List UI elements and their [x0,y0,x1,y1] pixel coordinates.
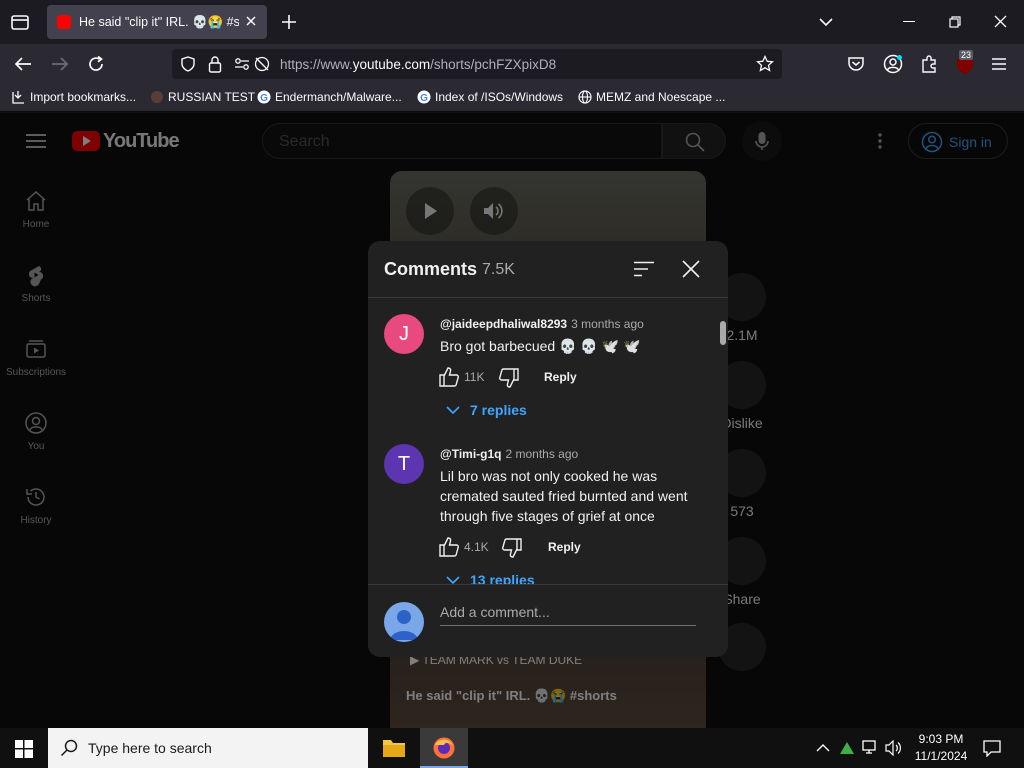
navigation-toolbar: https://www.youtube.com/shorts/pchFZXpix… [0,44,1024,84]
google-g-icon: G [417,90,431,104]
account-icon[interactable] [883,54,903,74]
minimize-button[interactable] [903,21,915,22]
comment-text: Bro got barbecued 💀 💀 🕊️ 🕊️ [440,338,641,354]
comment-author[interactable]: @jaideepdhaliwal8293 3 months ago [440,317,644,331]
bookmark-russian-test[interactable]: RUSSIAN TEST [150,90,255,104]
input-underline [440,625,696,626]
reload-icon[interactable] [87,55,105,73]
bookmark-import[interactable]: Import bookmarks... [12,90,136,104]
avatar[interactable]: T [384,444,424,484]
close-icon[interactable] [682,260,700,278]
close-window-button[interactable] [994,15,1007,28]
view-replies-button[interactable]: 7 replies [470,402,527,418]
menu-hamburger-icon[interactable] [991,57,1007,71]
new-tab-icon[interactable] [281,14,297,30]
comment-text: Lil bro was not only cooked he was crema… [440,468,688,524]
extensions-icon[interactable] [920,54,938,74]
bookmark-memz[interactable]: MEMZ and Noescape ... [578,90,725,104]
tab-bar: He said "clip it" IRL. 💀😭 #shorts [0,0,1024,44]
svg-text:G: G [420,93,428,104]
volume-icon[interactable] [885,740,903,756]
list-tabs-chevron-icon[interactable] [818,15,834,29]
firefox-taskbar-button[interactable] [420,728,468,768]
clock-time: 9:03 PM [918,732,964,746]
google-g-icon: G [257,90,271,104]
add-comment-input[interactable]: Add a comment... [440,604,550,620]
avatar[interactable]: J [384,314,424,354]
like-count: 11K [464,370,485,384]
address-bar[interactable]: https://www.youtube.com/shorts/pchFZXpix… [172,49,782,79]
pocket-icon[interactable] [847,55,865,73]
autoplay-blocked-icon[interactable] [254,56,270,72]
ublock-icon[interactable]: 23 [955,50,977,75]
globe-icon [578,90,592,104]
windows-taskbar: Type here to search 9:03 PM 11/1/2024 [0,728,1024,768]
bookmark-star-icon[interactable] [756,55,774,73]
add-comment-bar: Add a comment... [368,584,728,657]
user-avatar-icon [384,602,424,642]
back-arrow-icon[interactable] [14,56,32,72]
search-icon [60,739,78,757]
thumbs-down-icon[interactable] [501,537,523,559]
chevron-up-icon[interactable] [816,743,830,753]
reply-button[interactable]: Reply [548,540,581,554]
restore-button[interactable] [949,16,961,28]
notification-icon[interactable] [983,739,1001,757]
lock-icon[interactable] [208,55,222,73]
forward-arrow-icon[interactable] [51,56,69,72]
like-count: 4.1K [464,540,489,554]
bookmarks-toolbar: Import bookmarks... RUSSIAN TEST G Enderm… [0,84,1024,112]
thumbs-up-icon[interactable] [438,366,460,388]
file-explorer-icon[interactable] [380,736,408,760]
active-tab[interactable]: He said "clip it" IRL. 💀😭 #shorts [47,5,267,39]
svg-text:G: G [260,93,268,104]
close-tab-icon[interactable] [243,13,259,29]
firefox-icon [433,737,455,759]
site-favicon-icon [150,90,164,104]
app-tray-icon[interactable] [838,739,856,757]
scrollbar-thumb[interactable] [720,321,726,345]
bookmark-endermanch[interactable]: G Endermanch/Malware... [257,90,402,104]
shield-icon[interactable] [180,56,196,72]
comments-panel: Comments 7.5K J @jaideepdhaliwal8293 3 mo… [368,241,728,657]
windows-start-icon[interactable] [15,740,33,758]
comment-time: 3 months ago [571,317,644,331]
firefox-view-icon[interactable] [10,12,30,32]
comments-count: 7.5K [482,261,515,278]
thumbs-up-icon[interactable] [438,536,460,558]
url-text[interactable]: https://www.youtube.com/shorts/pchFZXpix… [280,57,556,72]
comment-time: 2 months ago [505,447,579,461]
comments-header: Comments 7.5K [368,241,728,298]
taskbar-search-placeholder: Type here to search [88,740,212,756]
sort-icon[interactable] [634,261,654,277]
youtube-favicon-icon [57,15,71,29]
comments-title: Comments [384,259,478,279]
network-icon[interactable] [862,740,880,756]
thumbs-down-icon[interactable] [498,367,520,389]
import-icon [12,90,26,104]
reply-button[interactable]: Reply [544,370,577,384]
bookmark-index-isos[interactable]: G Index of /ISOs/Windows [417,90,563,104]
taskbar-clock[interactable]: 9:03 PM 11/1/2024 [908,731,974,765]
comment-author[interactable]: @Timi-g1q 2 months ago [440,447,578,461]
tab-title: He said "clip it" IRL. 💀😭 #shorts [79,15,239,29]
taskbar-search-input[interactable]: Type here to search [48,728,368,768]
permissions-icon[interactable] [234,56,250,72]
chevron-down-icon[interactable] [446,405,460,415]
ublock-badge: 23 [959,50,974,60]
clock-date: 11/1/2024 [914,749,968,763]
